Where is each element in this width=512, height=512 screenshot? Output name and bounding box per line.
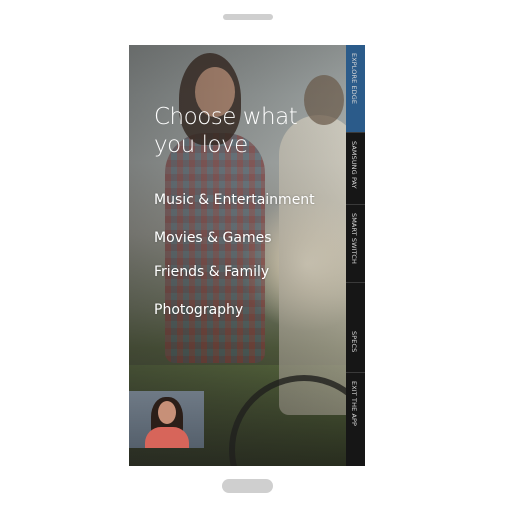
tab-smart-switch-label: SMART SWITCH [350,213,358,264]
tab-specs-label: SPECS [350,331,358,353]
menu-item-friends-family[interactable]: Friends & Family [154,263,269,281]
phone-screen: Choose what you love Music & Entertainme… [129,45,365,466]
presenter-top [145,427,189,448]
menu-item-movies-games[interactable]: Movies & Games [154,229,272,247]
menu-title-line2: you love [154,132,248,158]
menu-item-music-entertainment[interactable]: Music & Entertainment [154,191,315,209]
page: Choose what you love Music & Entertainme… [0,0,512,512]
menu-title-line1: Choose what [154,104,298,130]
side-tab-bar: EXPLORE EDGE SAMSUNG PAY SMART SWITCH SP… [346,45,365,466]
tab-exit-the-app-label: EXIT THE APP [350,381,358,427]
presenter-face [158,401,176,424]
tab-samsung-pay[interactable]: SAMSUNG PAY [346,133,365,205]
tab-samsung-pay-label: SAMSUNG PAY [350,141,358,189]
phone-speaker [223,14,273,20]
menu-item-photography[interactable]: Photography [154,301,243,319]
tab-explore-edge-label: EXPLORE EDGE [350,53,358,105]
menu-title: Choose what you love [154,103,298,159]
tab-explore-edge[interactable]: EXPLORE EDGE [346,45,365,133]
tab-exit-the-app[interactable]: EXIT THE APP [346,373,365,466]
presenter-video-thumbnail[interactable] [129,391,204,448]
tab-specs[interactable]: SPECS [346,283,365,373]
home-button[interactable] [222,479,273,493]
tab-smart-switch[interactable]: SMART SWITCH [346,205,365,283]
